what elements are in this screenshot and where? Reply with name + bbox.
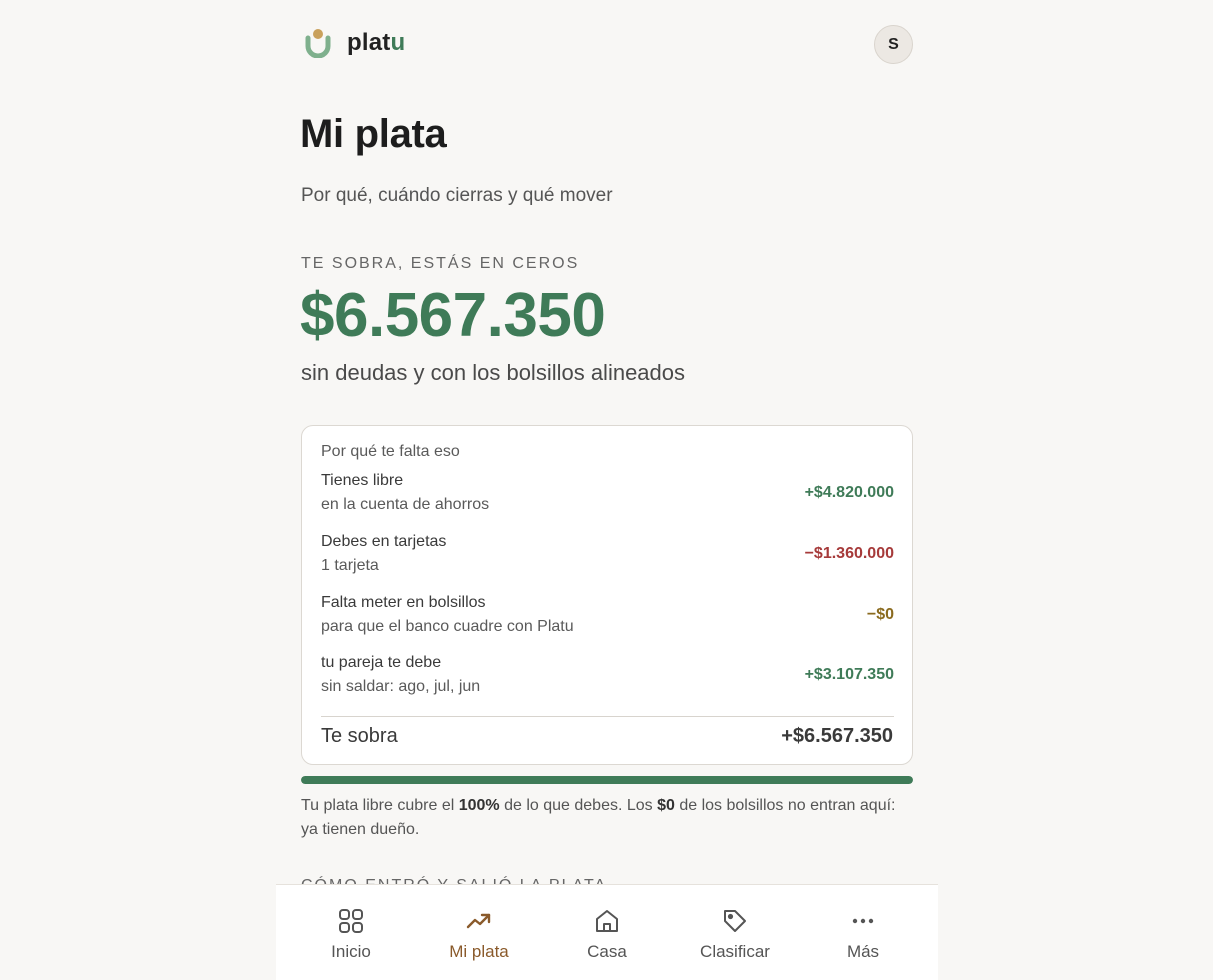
nav-label: Clasificar bbox=[700, 942, 770, 961]
platu-logo[interactable]: platu bbox=[305, 28, 405, 58]
total-label: Te sobra bbox=[321, 725, 398, 747]
total-value: +$6.567.350 bbox=[781, 725, 893, 747]
breakdown-row-pockets: Falta meter en bolsillos para que el ban… bbox=[321, 594, 894, 642]
summary-overline: TE SOBRA, ESTÁS EN CEROS bbox=[301, 255, 580, 272]
row-sub: para que el banco cuadre con Platu bbox=[321, 618, 574, 635]
nav-label: Más bbox=[846, 942, 880, 961]
divider bbox=[321, 716, 894, 717]
coverage-explanation: Tu plata libre cubre el 100% de lo que d… bbox=[301, 797, 896, 838]
home-icon bbox=[593, 907, 621, 935]
nav-item-mi-plata[interactable]: Mi plata bbox=[415, 885, 543, 980]
breakdown-row-partner: tu pareja te debe sin saldar: ago, jul, … bbox=[321, 654, 894, 702]
page-subtitle: Por qué, cuándo cierras y qué mover bbox=[301, 185, 613, 206]
page: platu S Mi plata Por qué, cuándo cierras… bbox=[0, 0, 1213, 980]
nav-label: Inicio bbox=[331, 942, 371, 961]
row-label: Falta meter en bolsillos bbox=[321, 594, 486, 611]
nav-label: Casa bbox=[587, 942, 627, 961]
breakdown-row-free: Tienes libre en la cuenta de ahorros +$4… bbox=[321, 472, 894, 520]
grid-icon bbox=[337, 907, 365, 935]
summary-amount: $6.567.350 bbox=[300, 281, 606, 350]
row-sub: en la cuenta de ahorros bbox=[321, 496, 490, 513]
nav-item-clasificar[interactable]: Clasificar bbox=[671, 885, 799, 980]
breakdown-row-cards: Debes en tarjetas 1 tarjeta −$1.360.000 bbox=[321, 533, 894, 581]
summary-note: sin deudas y con los bolsillos alineados bbox=[301, 360, 686, 385]
coverage-progress-fill bbox=[301, 776, 913, 784]
row-value: −$1.360.000 bbox=[804, 545, 894, 562]
nav-item-inicio[interactable]: Inicio bbox=[287, 885, 415, 980]
row-value: +$3.107.350 bbox=[804, 666, 894, 683]
avatar[interactable]: S bbox=[874, 25, 913, 64]
breakdown-title: Por qué te falta eso bbox=[321, 443, 460, 460]
row-label: Tienes libre bbox=[321, 472, 404, 489]
row-sub: 1 tarjeta bbox=[321, 557, 379, 574]
trending-up-icon bbox=[465, 907, 493, 935]
row-value: +$4.820.000 bbox=[804, 484, 894, 501]
page-title: Mi plata bbox=[300, 112, 447, 156]
header: platu S bbox=[301, 24, 913, 66]
row-value: −$0 bbox=[866, 606, 894, 623]
row-sub: sin saldar: ago, jul, jun bbox=[321, 678, 481, 695]
breakdown-card: Por qué te falta eso Tienes libre en la … bbox=[301, 425, 913, 765]
coverage-progress-bar bbox=[301, 776, 913, 784]
bottom-nav: Inicio Mi plata Casa Clasificar Más bbox=[276, 884, 938, 980]
row-label: tu pareja te debe bbox=[321, 654, 442, 671]
nav-label: Mi plata bbox=[449, 942, 509, 961]
logo-wordmark: platu bbox=[347, 29, 406, 56]
row-label: Debes en tarjetas bbox=[321, 533, 447, 550]
more-icon bbox=[849, 907, 877, 935]
nav-item-casa[interactable]: Casa bbox=[543, 885, 671, 980]
tag-icon bbox=[721, 907, 749, 935]
nav-item-mas[interactable]: Más bbox=[799, 885, 927, 980]
logo-mark-icon bbox=[305, 29, 331, 58]
